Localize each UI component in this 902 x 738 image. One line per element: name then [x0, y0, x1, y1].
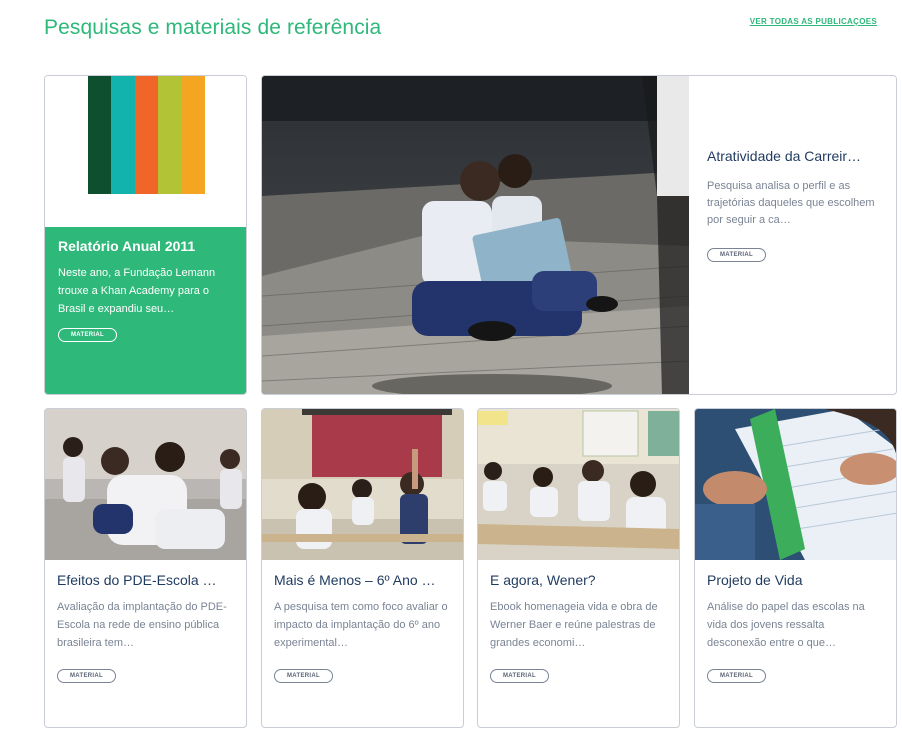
card-body: E agora, Wener? Ebook homenageia vida e …: [478, 560, 679, 695]
material-tag[interactable]: MATERIAL: [58, 328, 117, 342]
card-text: Atratividade da Carreir… Pesquisa analis…: [689, 76, 896, 394]
photo-classroom-hands-raised[interactable]: [262, 409, 463, 560]
card-description: Avaliação da implantação do PDE-Escola n…: [57, 601, 227, 649]
card-pde-escola[interactable]: Efeitos do PDE-Escola … Avaliação da imp…: [44, 408, 247, 728]
card-e-agora-wener[interactable]: E agora, Wener? Ebook homenageia vida e …: [477, 408, 680, 728]
photo-classroom-desks[interactable]: [478, 409, 679, 560]
card-title[interactable]: Projeto de Vida: [707, 572, 884, 588]
stripe-3: [134, 76, 159, 194]
card-title[interactable]: Atratividade da Carreir…: [707, 148, 880, 164]
photo-students-reading[interactable]: [262, 76, 689, 394]
stripe-1: [88, 76, 112, 194]
card-description: A pesquisa tem como foco avaliar o impac…: [274, 601, 448, 649]
card-title[interactable]: Relatório Anual 2011: [58, 238, 233, 254]
card-projeto-de-vida[interactable]: Projeto de Vida Análise do papel das esc…: [694, 408, 897, 728]
material-tag[interactable]: MATERIAL: [490, 669, 549, 683]
view-all-publications-link[interactable]: VER TODAS AS PUBLICAÇOES: [750, 17, 877, 26]
card-atratividade[interactable]: Atratividade da Carreir… Pesquisa analis…: [261, 75, 897, 395]
material-tag[interactable]: MATERIAL: [274, 669, 333, 683]
card-description: Neste ano, a Fundação Lemann trouxe a Kh…: [58, 267, 216, 315]
photo-girls-hugging[interactable]: [45, 409, 246, 560]
material-tag[interactable]: MATERIAL: [57, 669, 116, 683]
card-mais-e-menos[interactable]: Mais é Menos – 6º Ano … A pesquisa tem c…: [261, 408, 464, 728]
stripe-2: [111, 76, 135, 194]
card-annual-report[interactable]: Relatório Anual 2011 Neste ano, a Fundaç…: [44, 75, 247, 395]
card-description: Ebook homenageia vida e obra de Werner B…: [490, 601, 658, 649]
card-description: Análise do papel das escolas na vida dos…: [707, 601, 865, 649]
section-title: Pesquisas e materiais de referência: [44, 16, 382, 39]
card-title[interactable]: E agora, Wener?: [490, 572, 667, 588]
card-description: Pesquisa analisa o perfil e as trajetóri…: [707, 180, 875, 226]
color-stripes-logo: [88, 76, 206, 194]
card-title[interactable]: Efeitos do PDE-Escola …: [57, 572, 234, 588]
photo-student-writing[interactable]: [695, 409, 896, 560]
card-title[interactable]: Mais é Menos – 6º Ano …: [274, 572, 451, 588]
card-body: Efeitos do PDE-Escola … Avaliação da imp…: [45, 560, 246, 695]
stripe-5: [181, 76, 206, 194]
card-body: Mais é Menos – 6º Ano … A pesquisa tem c…: [262, 560, 463, 695]
annual-report-cover: [45, 76, 246, 227]
material-tag[interactable]: MATERIAL: [707, 669, 766, 683]
material-tag[interactable]: MATERIAL: [707, 248, 766, 262]
card-body: Projeto de Vida Análise do papel das esc…: [695, 560, 896, 695]
annual-report-body: Relatório Anual 2011 Neste ano, a Fundaç…: [45, 227, 246, 394]
stripe-4: [158, 76, 182, 194]
